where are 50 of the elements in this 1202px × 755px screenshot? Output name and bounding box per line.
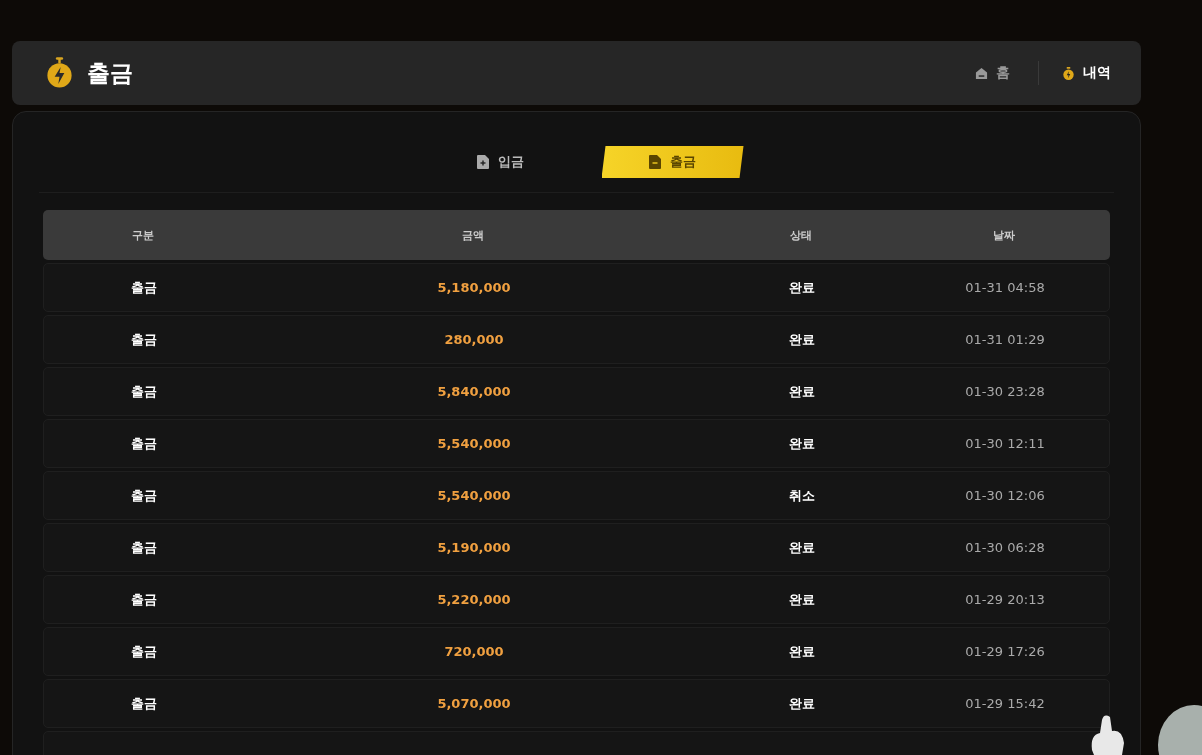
amount-cell-text: 5,540,000 bbox=[436, 488, 512, 503]
status-cell-text: 취소 bbox=[787, 486, 816, 505]
amount-cell-text: 5,220,000 bbox=[436, 592, 512, 607]
column-header: 금액 bbox=[461, 227, 485, 243]
amount-cell-text: 5,180,000 bbox=[436, 280, 512, 295]
minus-document-icon bbox=[649, 155, 661, 169]
amount-cell-text: 5,190,000 bbox=[436, 540, 512, 555]
column-header: 구분 bbox=[131, 227, 155, 243]
stopwatch-icon bbox=[45, 57, 74, 89]
amount-cell-text: 5,540,000 bbox=[436, 436, 512, 451]
type-cell-text: 출금 bbox=[130, 694, 158, 713]
date-cell-text: 01-29 15:42 bbox=[964, 696, 1046, 711]
status-cell-text: 완료 bbox=[787, 382, 816, 401]
nav-link[interactable]: 내역 bbox=[1062, 64, 1111, 82]
tab[interactable]: 입금 bbox=[429, 146, 572, 178]
status-cell-text: 완료 bbox=[787, 330, 816, 349]
date-cell-text: 01-30 23:28 bbox=[964, 384, 1046, 399]
status-cell-text: 완료 bbox=[787, 694, 816, 713]
date-cell-text: 01-29 20:13 bbox=[964, 592, 1046, 607]
status-cell-text: 완료 bbox=[787, 590, 816, 609]
type-cell-text: 출금 bbox=[130, 382, 158, 401]
type-cell-text: 출금 bbox=[130, 590, 158, 609]
tab[interactable]: 출금 bbox=[601, 146, 744, 178]
amount-cell-text: 5,840,000 bbox=[436, 384, 512, 399]
status-cell-text: 완료 bbox=[787, 278, 816, 297]
nav-link[interactable]: 홈 bbox=[975, 64, 1010, 82]
plus-document-icon bbox=[477, 155, 489, 169]
column-header: 날짜 bbox=[992, 227, 1016, 243]
date-cell-text: 01-30 12:06 bbox=[964, 488, 1046, 503]
date-cell-text: 01-30 06:28 bbox=[964, 540, 1046, 555]
type-cell-text: 출금 bbox=[130, 486, 158, 505]
type-cell-text: 출금 bbox=[130, 434, 158, 453]
status-cell-text: 완료 bbox=[787, 642, 816, 661]
type-cell-text: 출금 bbox=[130, 538, 158, 557]
home-icon bbox=[975, 66, 988, 80]
type-cell-text: 출금 bbox=[130, 642, 158, 661]
status-cell-text: 완료 bbox=[787, 434, 816, 453]
date-cell-text: 01-31 01:29 bbox=[964, 332, 1046, 347]
page-title: 출금 bbox=[87, 58, 133, 88]
amount-cell-text: 720,000 bbox=[443, 644, 505, 659]
amount-cell-text: 5,070,000 bbox=[436, 696, 512, 711]
date-cell-text: 01-30 12:11 bbox=[964, 436, 1046, 451]
amount-cell-text: 280,000 bbox=[443, 332, 505, 347]
date-cell-text: 01-29 17:26 bbox=[964, 644, 1046, 659]
type-cell-text: 출금 bbox=[130, 278, 158, 297]
type-cell-text: 출금 bbox=[130, 330, 158, 349]
status-cell-text: 완료 bbox=[787, 538, 816, 557]
date-cell-text: 01-31 04:58 bbox=[964, 280, 1046, 295]
stopwatch-icon bbox=[1062, 66, 1075, 80]
column-header: 상태 bbox=[788, 227, 813, 243]
